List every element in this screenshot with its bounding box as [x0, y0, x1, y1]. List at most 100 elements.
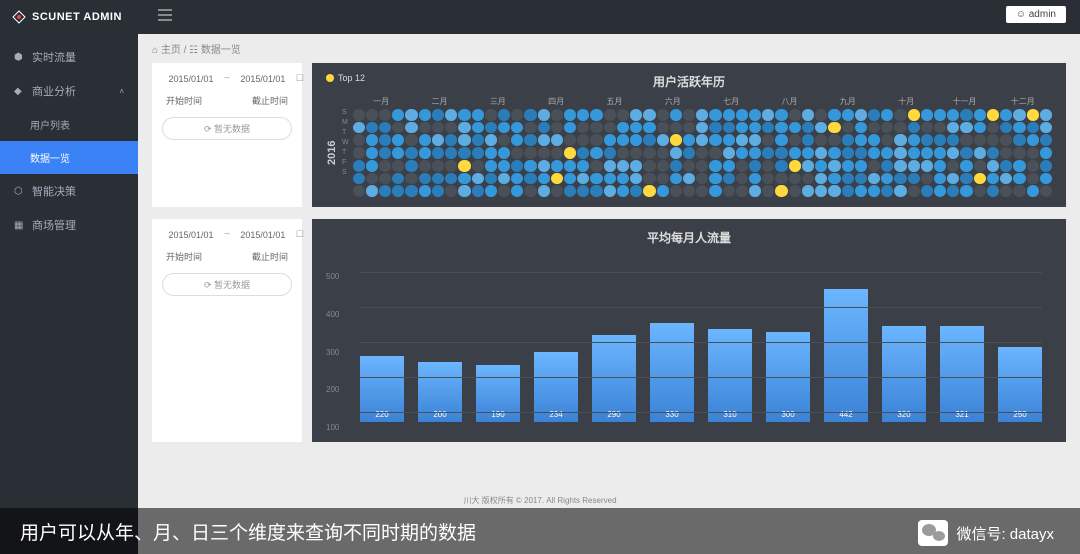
heatmap-cell[interactable]	[353, 173, 365, 185]
heatmap-cell[interactable]	[947, 122, 959, 134]
heatmap-cell[interactable]	[802, 160, 814, 172]
bar[interactable]: 321	[940, 326, 984, 422]
heatmap-cell[interactable]	[590, 160, 602, 172]
heatmap-cell[interactable]	[960, 109, 972, 121]
heatmap-cell[interactable]	[775, 134, 787, 146]
heatmap-cell[interactable]	[366, 109, 378, 121]
heatmap-cell[interactable]	[419, 147, 431, 159]
bar[interactable]: 442	[824, 289, 868, 422]
heatmap-cell[interactable]	[815, 185, 827, 197]
heatmap-cell[interactable]	[987, 160, 999, 172]
heatmap-cell[interactable]	[789, 122, 801, 134]
heatmap-cell[interactable]	[392, 109, 404, 121]
heatmap-cell[interactable]	[908, 147, 920, 159]
heatmap-cell[interactable]	[683, 147, 695, 159]
heatmap-cell[interactable]	[643, 122, 655, 134]
heatmap-cell[interactable]	[1040, 134, 1052, 146]
heatmap-cell[interactable]	[419, 134, 431, 146]
heatmap-cell[interactable]	[564, 134, 576, 146]
heatmap-cell[interactable]	[392, 185, 404, 197]
heatmap-cell[interactable]	[894, 160, 906, 172]
heatmap-cell[interactable]	[366, 185, 378, 197]
heatmap-cell[interactable]	[577, 160, 589, 172]
heatmap-cell[interactable]	[842, 109, 854, 121]
heatmap-cell[interactable]	[445, 122, 457, 134]
heatmap-cell[interactable]	[551, 160, 563, 172]
heatmap-cell[interactable]	[881, 160, 893, 172]
heatmap-cell[interactable]	[815, 109, 827, 121]
bar[interactable]: 250	[998, 347, 1042, 422]
heatmap-cell[interactable]	[577, 173, 589, 185]
heatmap-cell[interactable]	[405, 160, 417, 172]
heatmap-cell[interactable]	[498, 134, 510, 146]
heatmap-cell[interactable]	[472, 109, 484, 121]
heatmap-cell[interactable]	[379, 134, 391, 146]
heatmap-cell[interactable]	[577, 147, 589, 159]
heatmap-cell[interactable]	[960, 134, 972, 146]
heatmap-cell[interactable]	[617, 134, 629, 146]
heatmap-cell[interactable]	[405, 185, 417, 197]
heatmap-cell[interactable]	[802, 122, 814, 134]
heatmap-cell[interactable]	[828, 160, 840, 172]
heatmap-cell[interactable]	[498, 122, 510, 134]
heatmap-cell[interactable]	[775, 160, 787, 172]
heatmap-cell[interactable]	[987, 134, 999, 146]
heatmap-cell[interactable]	[987, 122, 999, 134]
heatmap-cell[interactable]	[1000, 109, 1012, 121]
sidebar-item-mall[interactable]: ▦商场管理	[0, 208, 138, 242]
heatmap-cell[interactable]	[485, 147, 497, 159]
heatmap-cell[interactable]	[762, 173, 774, 185]
heatmap-cell[interactable]	[855, 185, 867, 197]
heatmap-cell[interactable]	[1000, 147, 1012, 159]
heatmap-cell[interactable]	[1013, 160, 1025, 172]
heatmap-cell[interactable]	[670, 173, 682, 185]
heatmap-cell[interactable]	[855, 122, 867, 134]
heatmap-cell[interactable]	[828, 109, 840, 121]
heatmap-cell[interactable]	[709, 109, 721, 121]
heatmap-cell[interactable]	[617, 122, 629, 134]
heatmap-cell[interactable]	[564, 185, 576, 197]
heatmap-cell[interactable]	[670, 160, 682, 172]
heatmap-cell[interactable]	[815, 134, 827, 146]
heatmap-cell[interactable]	[789, 160, 801, 172]
bar[interactable]: 320	[882, 326, 926, 422]
heatmap-cell[interactable]	[405, 173, 417, 185]
heatmap-cell[interactable]	[630, 173, 642, 185]
heatmap-cell[interactable]	[934, 122, 946, 134]
bar[interactable]: 200	[418, 362, 462, 422]
heatmap-cell[interactable]	[736, 134, 748, 146]
heatmap-cell[interactable]	[696, 134, 708, 146]
heatmap-cell[interactable]	[709, 147, 721, 159]
heatmap-cell[interactable]	[908, 122, 920, 134]
heatmap-cell[interactable]	[1000, 134, 1012, 146]
heatmap-cell[interactable]	[445, 109, 457, 121]
sidebar-item-userlist[interactable]: 用户列表	[0, 108, 138, 141]
heatmap-cell[interactable]	[432, 147, 444, 159]
heatmap-cell[interactable]	[894, 147, 906, 159]
heatmap-cell[interactable]	[1027, 109, 1039, 121]
heatmap-cell[interactable]	[1000, 160, 1012, 172]
heatmap-cell[interactable]	[445, 147, 457, 159]
heatmap-cell[interactable]	[960, 185, 972, 197]
heatmap-cell[interactable]	[498, 173, 510, 185]
heatmap-cell[interactable]	[709, 122, 721, 134]
heatmap-cell[interactable]	[683, 185, 695, 197]
heatmap-cell[interactable]	[445, 173, 457, 185]
heatmap-cell[interactable]	[379, 185, 391, 197]
heatmap-cell[interactable]	[643, 147, 655, 159]
heatmap-cell[interactable]	[842, 134, 854, 146]
heatmap-cell[interactable]	[643, 109, 655, 121]
heatmap-cell[interactable]	[934, 185, 946, 197]
heatmap-cell[interactable]	[934, 173, 946, 185]
heatmap-cell[interactable]	[511, 173, 523, 185]
heatmap-cell[interactable]	[392, 173, 404, 185]
heatmap-cell[interactable]	[762, 147, 774, 159]
heatmap-cell[interactable]	[868, 185, 880, 197]
heatmap-cell[interactable]	[947, 109, 959, 121]
heatmap-cell[interactable]	[524, 160, 536, 172]
heatmap-cell[interactable]	[590, 147, 602, 159]
heatmap-cell[interactable]	[472, 160, 484, 172]
heatmap-cell[interactable]	[1013, 109, 1025, 121]
heatmap-cell[interactable]	[974, 173, 986, 185]
heatmap-cell[interactable]	[775, 173, 787, 185]
